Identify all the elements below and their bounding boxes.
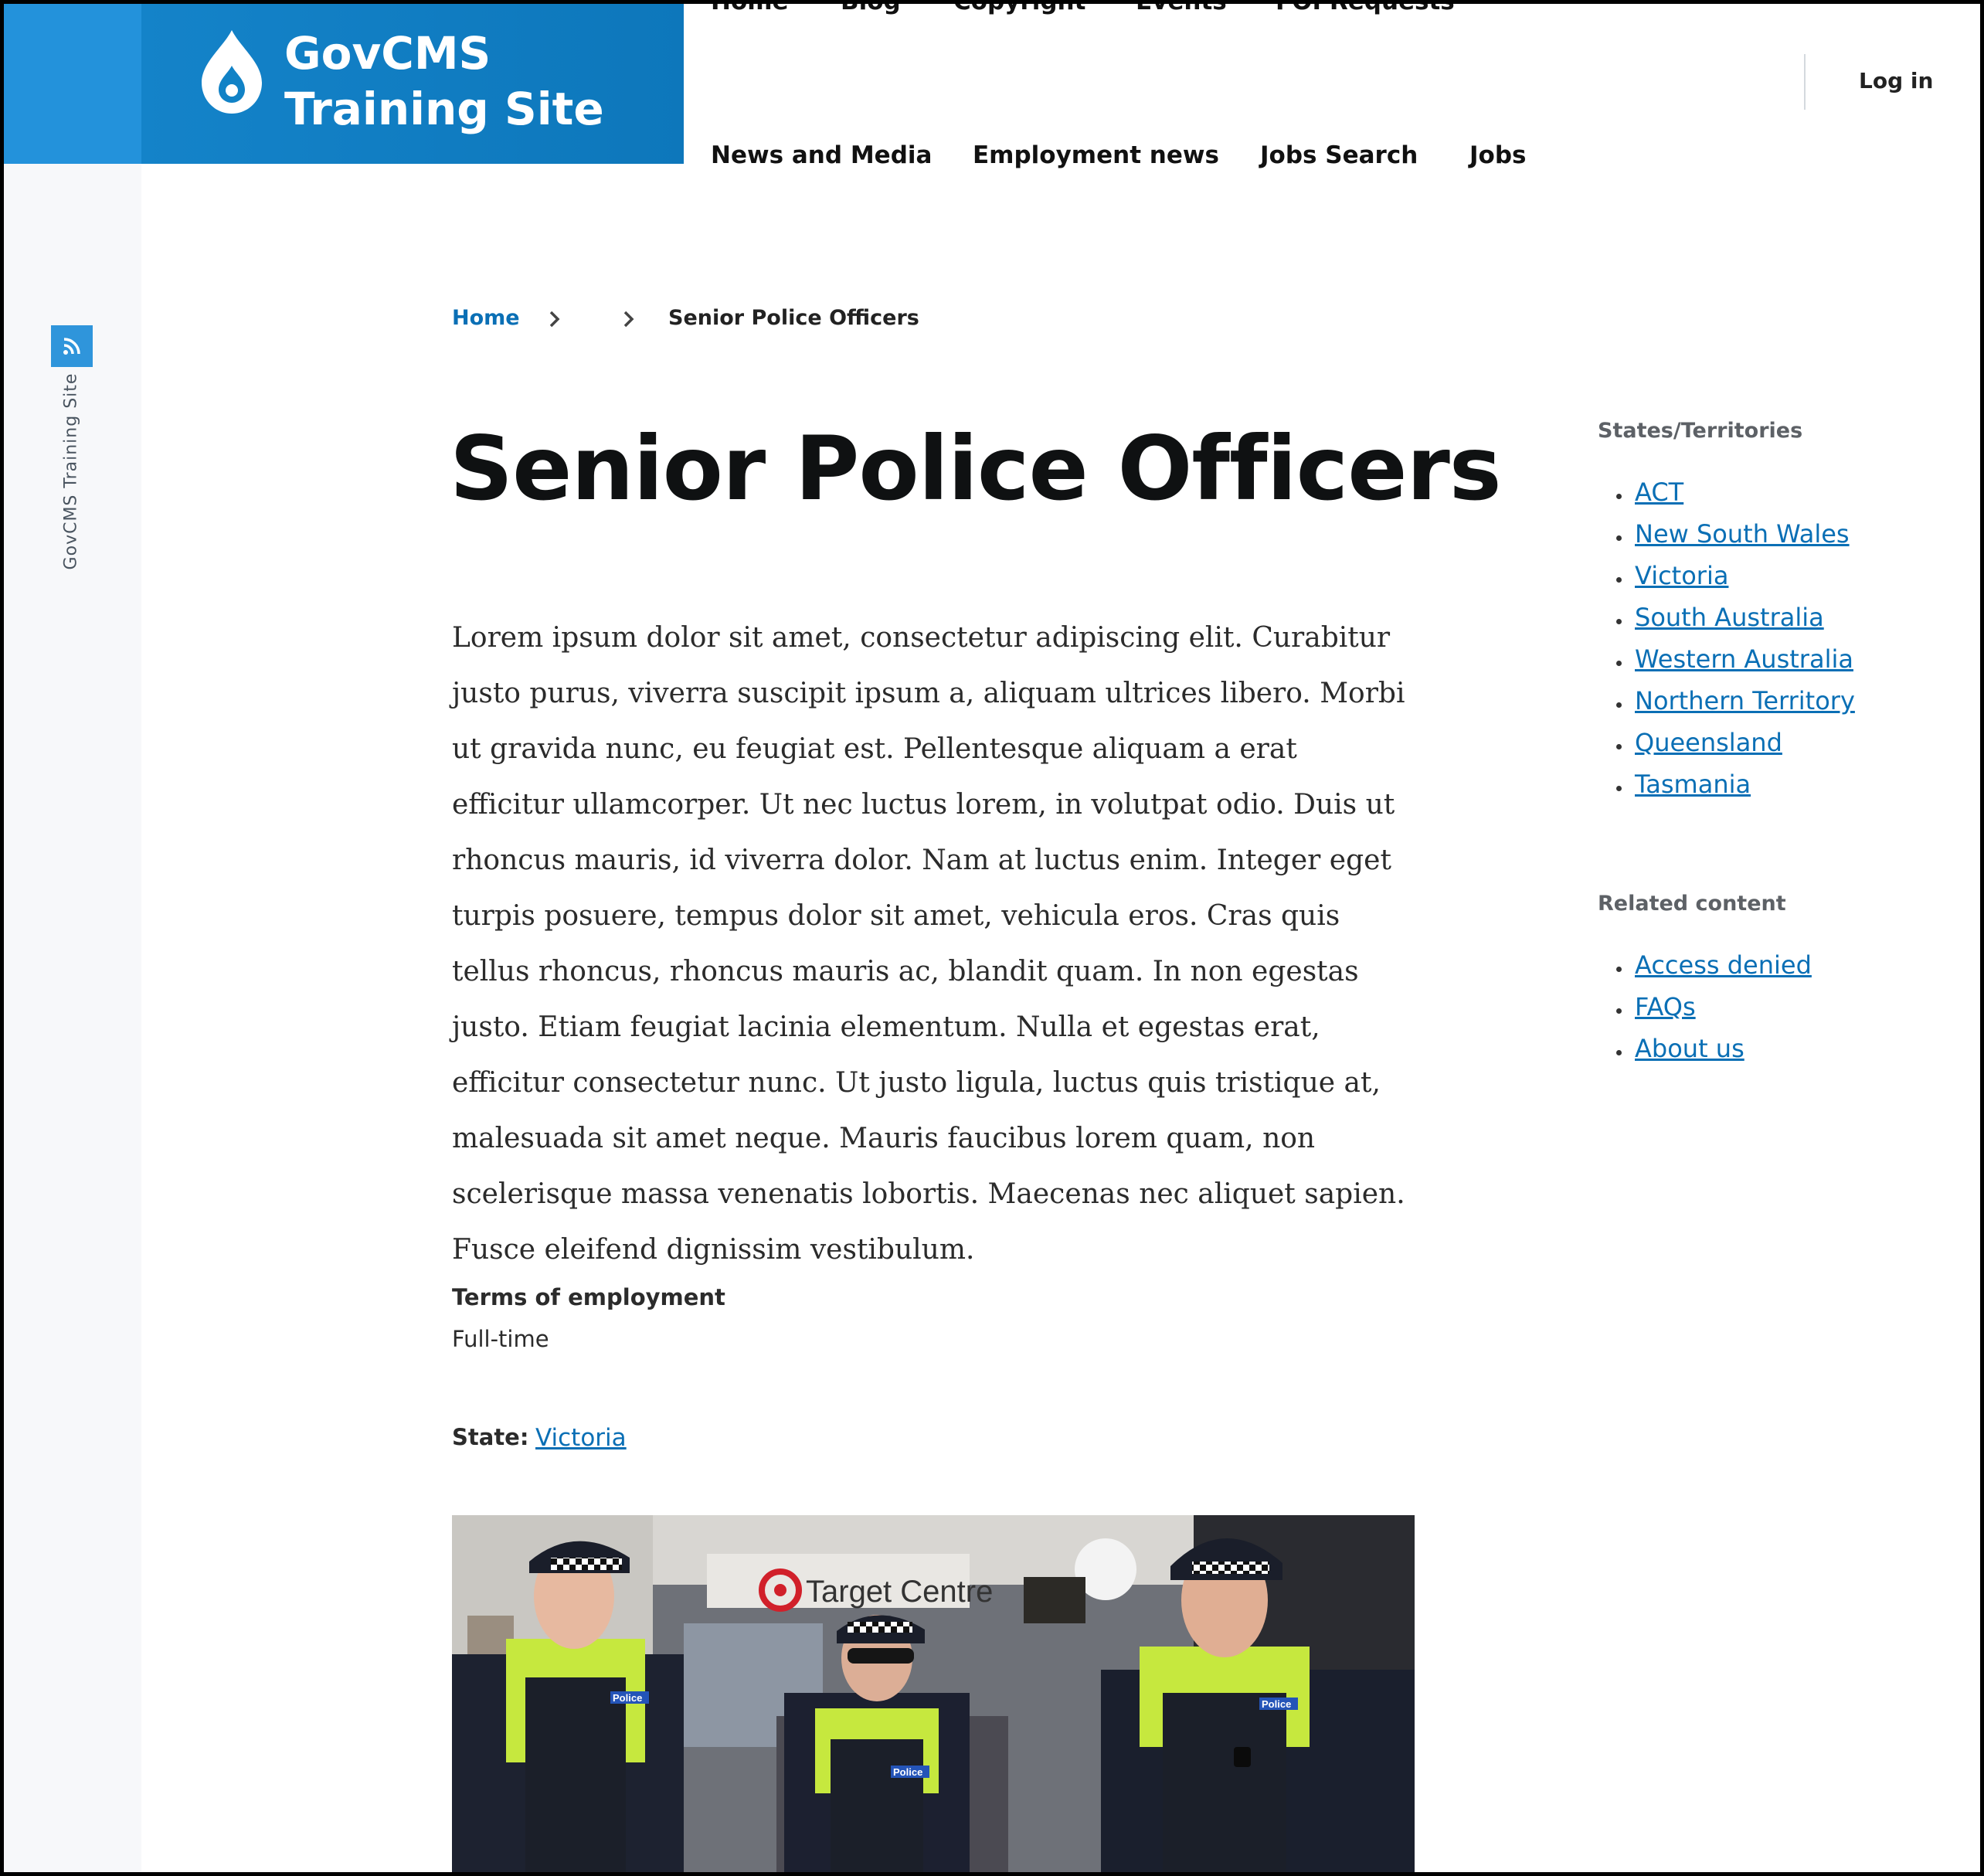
related-link-access-denied[interactable]: Access denied — [1635, 950, 1812, 980]
state-link-tas[interactable]: Tasmania — [1635, 770, 1751, 799]
state-link-sa[interactable]: South Australia — [1635, 603, 1824, 632]
rss-icon[interactable] — [51, 325, 93, 367]
nav-item-employment-news[interactable]: Employment news — [973, 141, 1219, 169]
state-link-vic[interactable]: Victoria — [1635, 561, 1728, 590]
target-centre-sign: Target Centre — [806, 1575, 993, 1609]
sidebar-heading-related: Related content — [1598, 892, 1786, 916]
related-link-about-us[interactable]: About us — [1635, 1034, 1744, 1063]
nav-item-jobs[interactable]: Jobs — [1469, 141, 1526, 169]
state-link[interactable]: Victoria — [535, 1424, 627, 1452]
related-content-list: Access denied FAQs About us — [1598, 950, 1812, 1075]
site-name-line2: Training Site — [284, 83, 604, 135]
state-label: State: — [452, 1424, 529, 1450]
nav-item-news-and-media[interactable]: News and Media — [711, 141, 932, 169]
list-item: About us — [1598, 1033, 1812, 1075]
state-link-act[interactable]: ACT — [1635, 477, 1683, 507]
breadcrumb-current: Senior Police Officers — [668, 306, 919, 330]
page-body: Lorem ipsum dolor sit amet, consectetur … — [452, 622, 1405, 1266]
list-item: Queensland — [1598, 727, 1855, 769]
nav-item-events[interactable]: Events — [1136, 0, 1227, 15]
police-badge-right: Police — [1262, 1698, 1291, 1710]
police-badge-left: Police — [613, 1692, 642, 1704]
site-branding[interactable]: GovCMS Training Site — [141, 4, 684, 164]
state-link-nsw[interactable]: New South Wales — [1635, 519, 1850, 549]
rail-site-label: GovCMS Training Site — [61, 372, 81, 570]
nav-item-blog[interactable]: Blog — [841, 0, 901, 15]
account-divider — [1804, 54, 1806, 110]
list-item: South Australia — [1598, 602, 1855, 644]
terms-of-employment-value: Full-time — [452, 1326, 549, 1352]
state-link-wa[interactable]: Western Australia — [1635, 644, 1853, 674]
list-item: Victoria — [1598, 560, 1855, 602]
list-item: Access denied — [1598, 950, 1812, 991]
nav-item-copyright[interactable]: Copyright — [953, 0, 1085, 15]
brand-band — [4, 4, 141, 164]
list-item: New South Wales — [1598, 518, 1855, 560]
state-link-nt[interactable]: Northern Territory — [1635, 686, 1855, 715]
nav-item-home[interactable]: Home — [711, 0, 789, 15]
site-name-line1: GovCMS — [284, 27, 491, 80]
site-name: GovCMS Training Site — [284, 25, 604, 137]
chevron-right-icon — [545, 308, 564, 335]
login-link[interactable]: Log in — [1859, 68, 1933, 93]
side-rail: GovCMS Training Site — [4, 162, 141, 1872]
list-item: FAQs — [1598, 991, 1812, 1033]
nav-item-foi-requests[interactable]: FOI Requests — [1276, 0, 1455, 15]
list-item: Northern Territory — [1598, 685, 1855, 727]
sidebar-heading-states: States/Territories — [1598, 419, 1803, 443]
chevron-right-icon — [620, 308, 638, 335]
page-title: Senior Police Officers — [450, 417, 1502, 520]
breadcrumb-home[interactable]: Home — [452, 306, 520, 330]
list-item: Western Australia — [1598, 644, 1855, 685]
police-badge-middle: Police — [893, 1766, 922, 1778]
states-list: ACT New South Wales Victoria South Austr… — [1598, 477, 1855, 811]
related-link-faqs[interactable]: FAQs — [1635, 992, 1696, 1021]
terms-of-employment-label: Terms of employment — [452, 1284, 725, 1310]
drop-logo-icon — [197, 27, 267, 121]
state-link-qld[interactable]: Queensland — [1635, 728, 1782, 757]
nav-item-jobs-search[interactable]: Jobs Search — [1260, 141, 1418, 169]
list-item: Tasmania — [1598, 769, 1855, 811]
list-item: ACT — [1598, 477, 1855, 518]
police-officers-photo: Target Centre Police Police Police — [452, 1515, 1415, 1872]
